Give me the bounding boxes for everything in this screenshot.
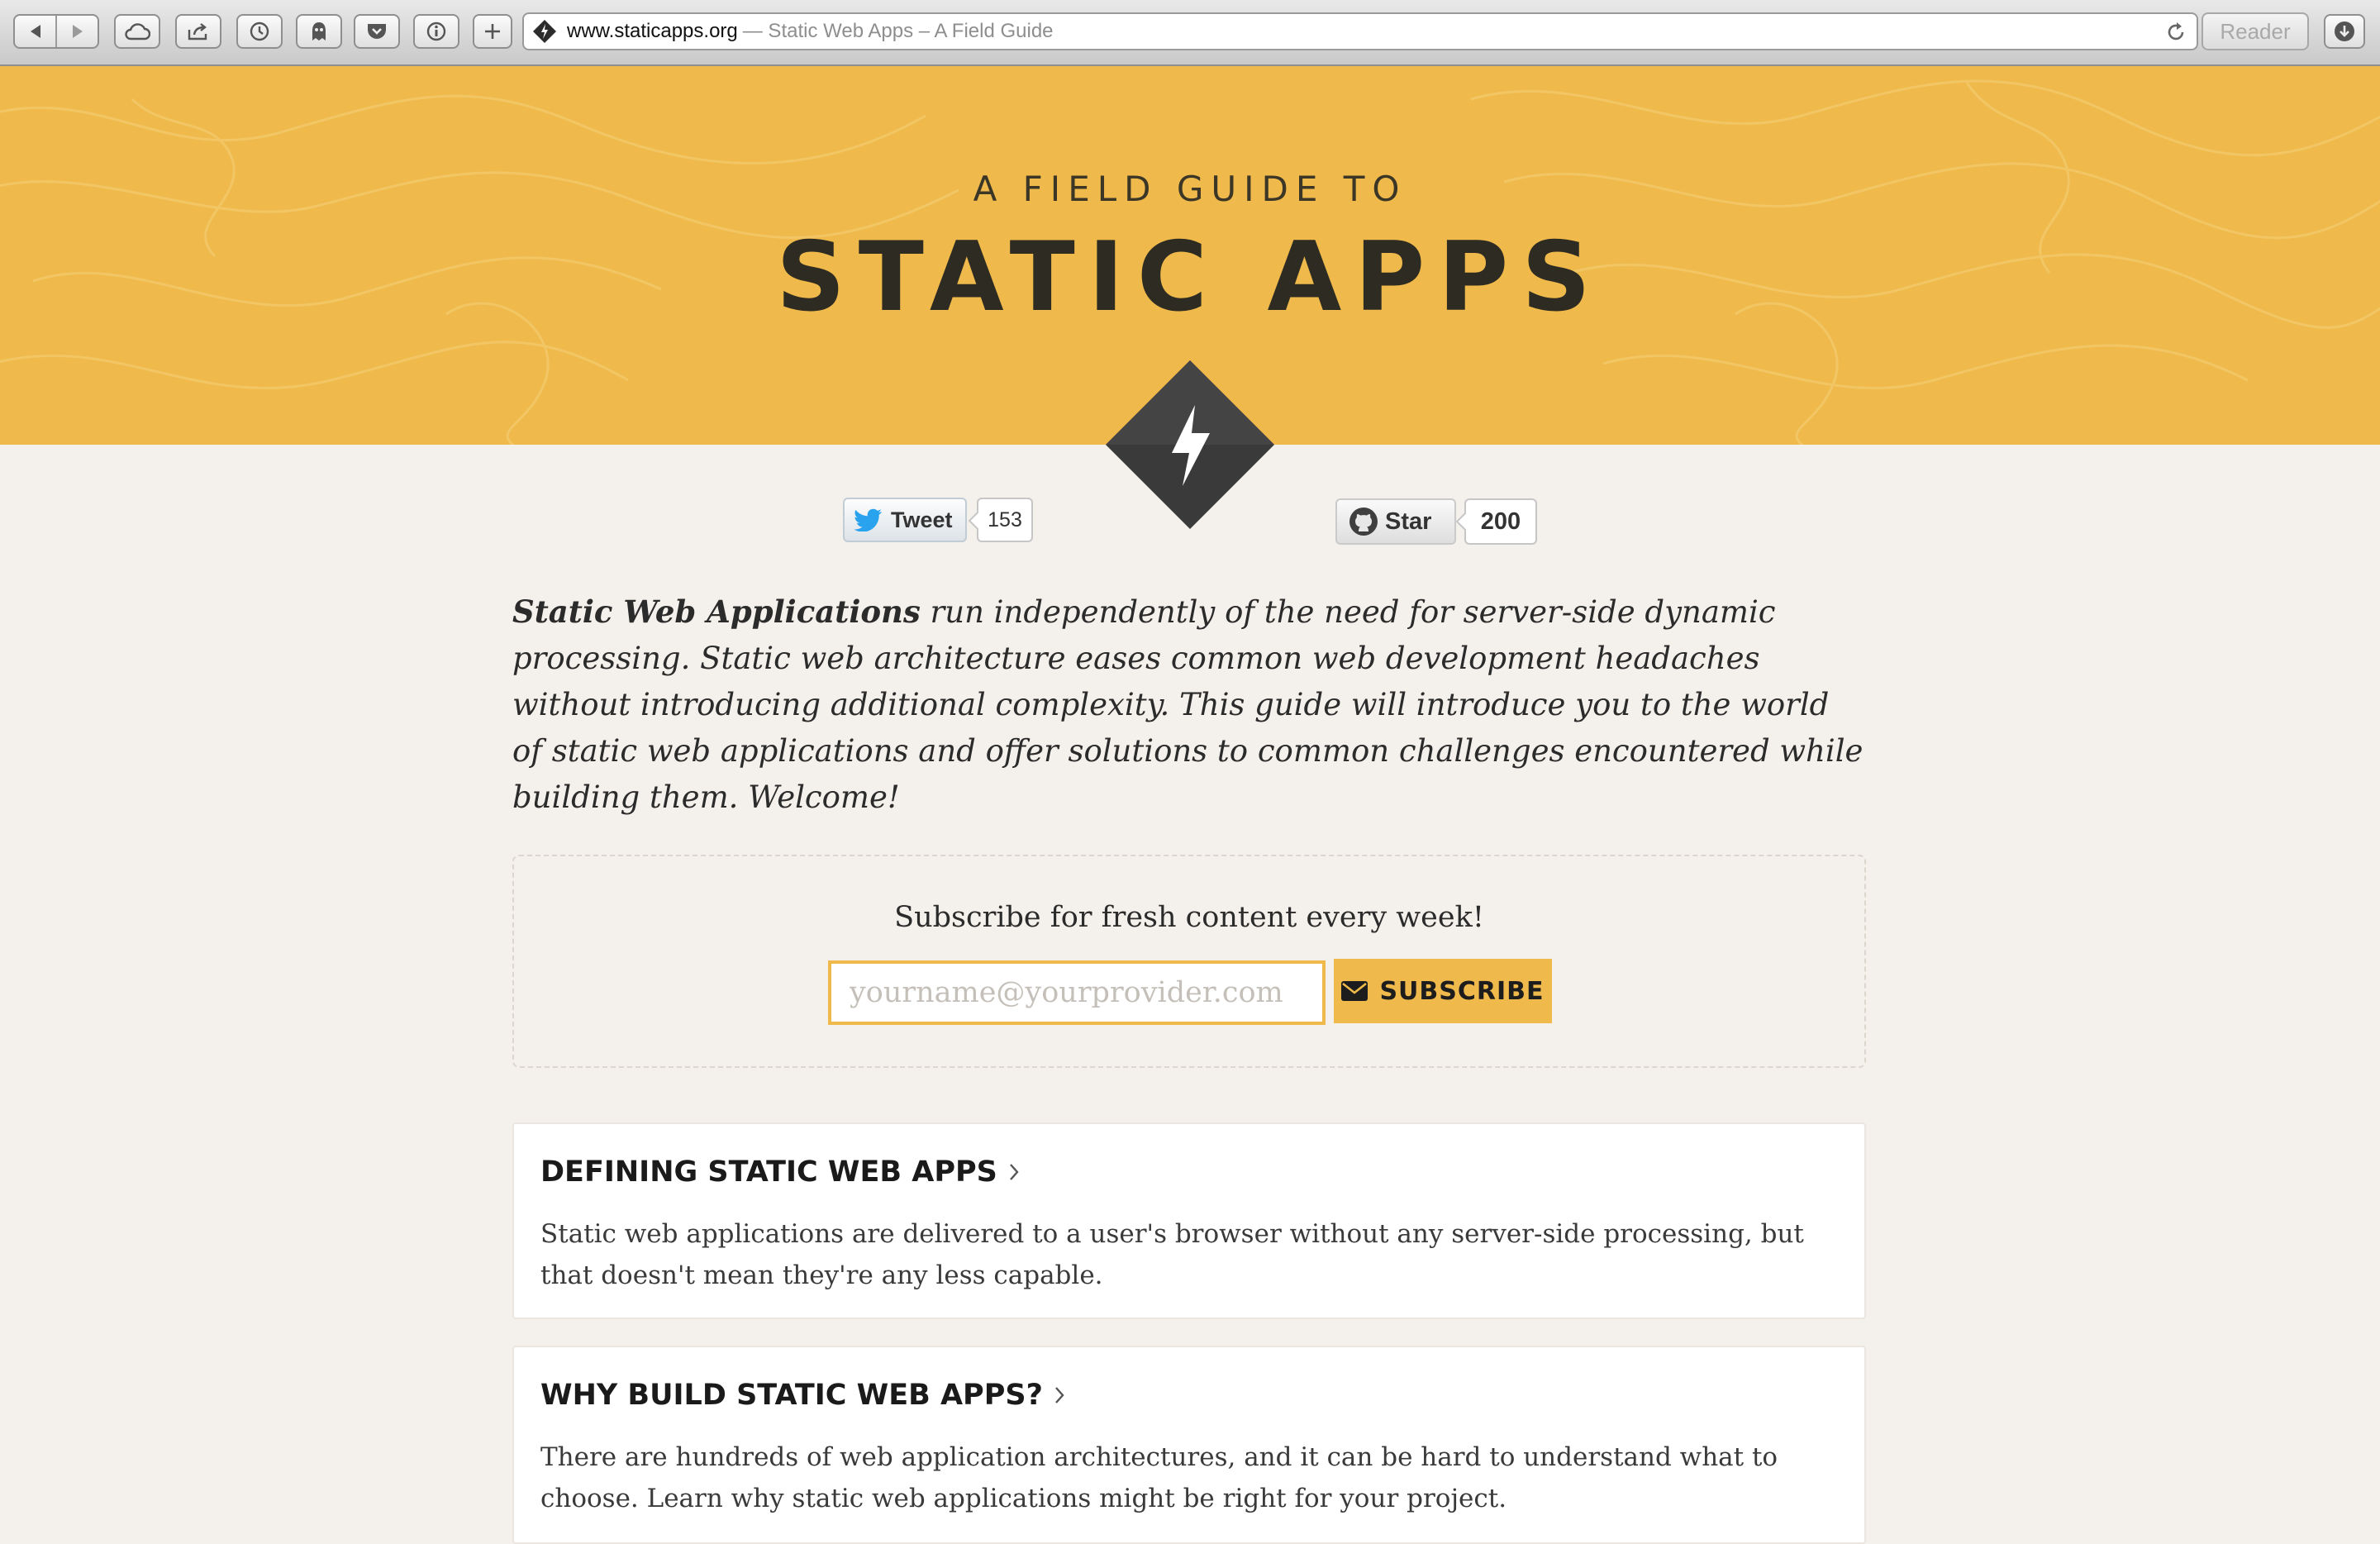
article-title-text: WHY BUILD STATIC WEB APPS? <box>540 1379 1043 1412</box>
tweet-count: 153 <box>977 498 1033 542</box>
intro-paragraph: Static Web Applications run independentl… <box>512 589 1868 821</box>
cloud-icon <box>125 23 150 41</box>
info-button[interactable] <box>413 14 459 49</box>
address-bar[interactable]: www.staticapps.org — Static Web Apps – A… <box>522 12 2198 50</box>
article-title[interactable]: DEFINING STATIC WEB APPS <box>540 1156 1019 1189</box>
intro-lead: Static Web Applications <box>512 593 921 630</box>
article-title[interactable]: WHY BUILD STATIC WEB APPS? <box>540 1379 1064 1412</box>
star-label: Star <box>1385 508 1432 535</box>
history-button[interactable] <box>236 14 283 49</box>
subscribe-button[interactable]: SUBSCRIBE <box>1334 959 1552 1023</box>
tweet-label: Tweet <box>891 507 953 532</box>
envelope-icon <box>1341 981 1368 1001</box>
reader-button[interactable]: Reader <box>2202 12 2309 50</box>
address-page-title: — Static Web Apps – A Field Guide <box>742 20 1054 42</box>
back-icon <box>30 25 40 38</box>
email-field[interactable] <box>828 960 1326 1025</box>
history-icon <box>250 21 269 41</box>
downloads-button[interactable] <box>2324 14 2365 49</box>
nav-buttons <box>13 14 99 49</box>
article-summary: Static web applications are delivered to… <box>540 1219 1804 1290</box>
shield-icon <box>312 22 326 41</box>
share-button[interactable] <box>175 14 221 49</box>
chevron-right-icon <box>1054 1387 1064 1403</box>
reload-icon[interactable] <box>2163 20 2188 45</box>
pocket-icon <box>368 24 386 39</box>
twitter-bird-icon <box>854 508 882 531</box>
address-domain: www.staticapps.org <box>567 20 738 42</box>
article-card[interactable]: DEFINING STATIC WEB APPS Static web appl… <box>512 1122 1866 1319</box>
subscribe-label: SUBSCRIBE <box>1379 976 1545 1006</box>
article-summary: There are hundreds of web application ar… <box>540 1442 1778 1513</box>
forward-button[interactable] <box>55 16 98 47</box>
lightning-logo-icon <box>1106 360 1274 529</box>
forward-icon <box>72 25 83 38</box>
article-title-text: DEFINING STATIC WEB APPS <box>540 1156 997 1189</box>
hero-title: STATIC APPS <box>776 222 1604 333</box>
share-icon <box>188 23 207 41</box>
site-icon <box>533 20 556 43</box>
icloud-tabs-button[interactable] <box>114 14 160 49</box>
browser-toolbar: www.staticapps.org — Static Web Apps – A… <box>0 0 2380 66</box>
tweet-button[interactable]: Tweet <box>843 498 967 542</box>
new-tab-button[interactable] <box>473 14 512 49</box>
back-button[interactable] <box>15 16 55 47</box>
download-icon <box>2335 21 2354 41</box>
star-count: 200 <box>1464 498 1537 545</box>
subscribe-heading: Subscribe for fresh content every week! <box>894 901 1484 934</box>
github-star-button[interactable]: Star <box>1335 498 1456 545</box>
info-icon <box>426 21 446 41</box>
article-card[interactable]: WHY BUILD STATIC WEB APPS? There are hun… <box>512 1346 1866 1544</box>
new-tab-icon <box>485 24 500 39</box>
pocket-button[interactable] <box>354 14 400 49</box>
hero-kicker: A FIELD GUIDE TO <box>973 169 1407 209</box>
chevron-right-icon <box>1009 1164 1019 1180</box>
ghostery-button[interactable] <box>296 14 342 49</box>
subscribe-panel: Subscribe for fresh content every week! … <box>512 855 1866 1068</box>
github-octocat-icon <box>1349 508 1378 536</box>
